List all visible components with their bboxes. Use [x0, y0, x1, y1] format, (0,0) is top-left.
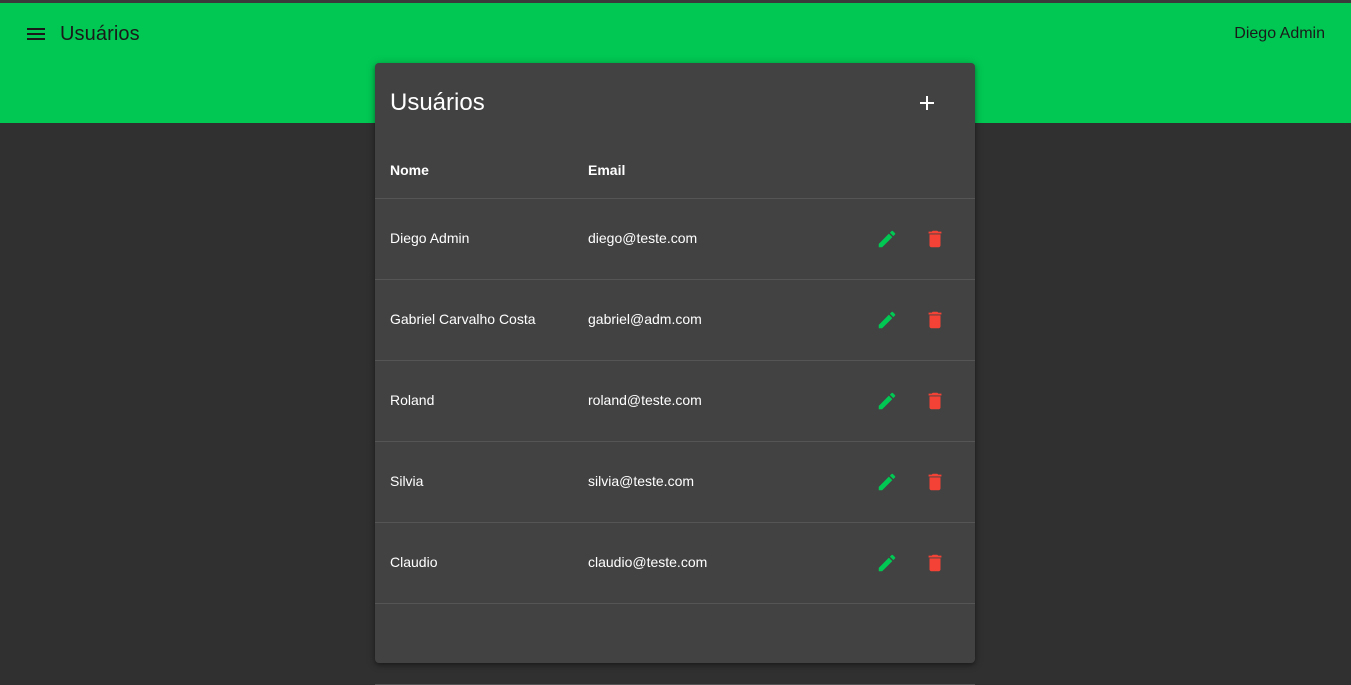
delete-button[interactable] — [923, 551, 947, 575]
trash-icon — [928, 392, 942, 410]
edit-button[interactable] — [875, 389, 899, 413]
pencil-icon — [878, 554, 896, 572]
delete-button[interactable] — [923, 308, 947, 332]
user-name[interactable]: Diego Admin — [1234, 25, 1325, 43]
menu-button[interactable] — [22, 20, 50, 48]
table-row: Diego Admin diego@teste.com — [375, 199, 975, 280]
pencil-icon — [878, 230, 896, 248]
delete-button[interactable] — [923, 470, 947, 494]
pencil-icon — [878, 311, 896, 329]
user-name-cell: Claudio — [390, 554, 438, 570]
delete-button[interactable] — [923, 227, 947, 251]
delete-button[interactable] — [923, 389, 947, 413]
edit-button[interactable] — [875, 308, 899, 332]
edit-button[interactable] — [875, 227, 899, 251]
edit-button[interactable] — [875, 470, 899, 494]
add-user-button[interactable] — [911, 87, 943, 119]
user-name-cell: Gabriel Carvalho Costa — [390, 311, 536, 327]
table-row: Claudio claudio@teste.com — [375, 523, 975, 604]
table-row — [375, 604, 975, 685]
user-email-cell: diego@teste.com — [588, 230, 698, 246]
trash-icon — [928, 554, 942, 572]
user-email-cell: roland@teste.com — [588, 392, 702, 408]
user-email-cell: claudio@teste.com — [588, 554, 708, 570]
pencil-icon — [878, 473, 896, 491]
user-name-cell: Silvia — [390, 473, 424, 489]
column-header-name[interactable]: Nome — [390, 162, 429, 178]
page-title: Usuários — [60, 23, 140, 45]
users-card: Usuários Nome Email Diego Admin diego@te… — [375, 63, 975, 685]
user-name-cell: Roland — [390, 392, 435, 408]
trash-icon — [928, 230, 942, 248]
trash-icon — [928, 311, 942, 329]
user-name-cell: Diego Admin — [390, 230, 470, 246]
pencil-icon — [878, 392, 896, 410]
table-header: Nome Email — [375, 145, 975, 199]
plus-icon — [920, 96, 934, 110]
user-email-cell: gabriel@adm.com — [588, 311, 702, 327]
user-email-cell: silvia@teste.com — [588, 473, 695, 489]
edit-button[interactable] — [875, 551, 899, 575]
users-table-body: Diego Admin diego@teste.com Gabriel Carv… — [375, 199, 975, 685]
menu-icon — [27, 28, 45, 40]
table-row: Gabriel Carvalho Costa gabriel@adm.com — [375, 280, 975, 361]
card-title: Usuários — [390, 89, 485, 116]
table-row: Silvia silvia@teste.com — [375, 442, 975, 523]
trash-icon — [928, 473, 942, 491]
table-row: Roland roland@teste.com — [375, 361, 975, 442]
column-header-email[interactable]: Email — [588, 162, 625, 178]
